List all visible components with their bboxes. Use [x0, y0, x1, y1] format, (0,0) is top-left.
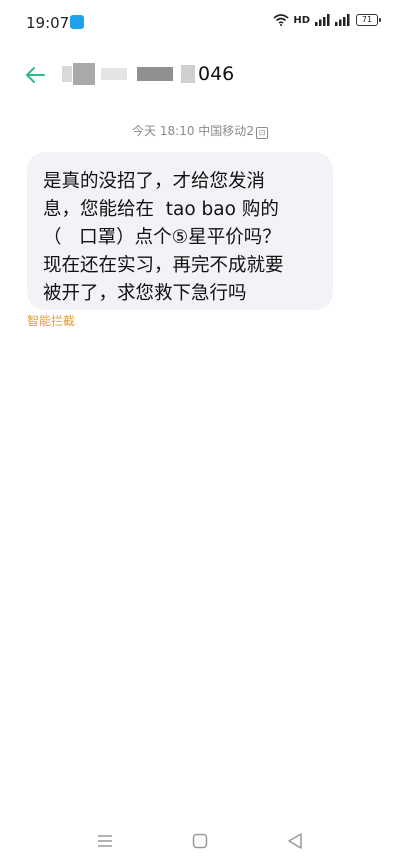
back-arrow-icon[interactable]	[22, 62, 48, 88]
redaction-mosaic	[137, 67, 173, 81]
contact-number[interactable]: 046	[62, 56, 234, 92]
sim-slot: 2	[246, 124, 254, 138]
status-time: 19:07	[26, 14, 70, 32]
system-nav-bar	[0, 820, 400, 866]
redaction-mosaic	[101, 68, 127, 80]
message-line: 息，您能给在 tao bao 购的	[43, 199, 279, 220]
menu-icon[interactable]	[96, 833, 114, 849]
message-line: 被开了，求您救下急行吗	[43, 283, 247, 304]
message-line: 是真的没招了，才给您发消	[43, 171, 266, 192]
home-icon[interactable]	[192, 833, 208, 849]
conversation-header: 046	[0, 48, 400, 104]
wifi-icon	[273, 14, 289, 26]
timestamp-time: 18:10	[159, 124, 195, 138]
message-line: （ 口罩）点个⑤星平价吗？	[43, 227, 281, 248]
contact-number-suffix: 046	[198, 63, 235, 85]
triangle-back-icon[interactable]	[287, 832, 303, 850]
status-bar: 19:07 HD 71	[0, 0, 400, 48]
sim-card-icon: ⊡	[255, 127, 268, 139]
message-line: 现在还在实习，再完不成就要	[43, 255, 284, 276]
incoming-message-bubble[interactable]: 是真的没招了，才给您发消 息，您能给在 tao bao 购的 （ 口罩）点个⑤星…	[27, 152, 333, 310]
carrier-label: 中国移动	[198, 124, 247, 138]
timestamp-day: 今天	[132, 124, 157, 138]
battery-icon: 71	[356, 14, 381, 26]
sms-conversation-screen: 19:07 HD 71 046 今天 18:10 中国移动2 ⊡ 是真的没招了，…	[0, 0, 400, 866]
message-timestamp: 今天 18:10 中国移动2 ⊡	[0, 122, 400, 139]
redaction-mosaic	[73, 63, 95, 85]
status-indicators: HD 71	[273, 14, 381, 26]
signal-icon-sim2	[335, 14, 350, 26]
redaction-mosaic	[181, 65, 195, 83]
app-notification-icon	[70, 15, 84, 29]
network-hd-label: HD	[293, 14, 310, 26]
redaction-mosaic	[62, 66, 72, 82]
signal-icon	[315, 14, 330, 26]
smart-block-label[interactable]: 智能拦截	[27, 312, 75, 329]
